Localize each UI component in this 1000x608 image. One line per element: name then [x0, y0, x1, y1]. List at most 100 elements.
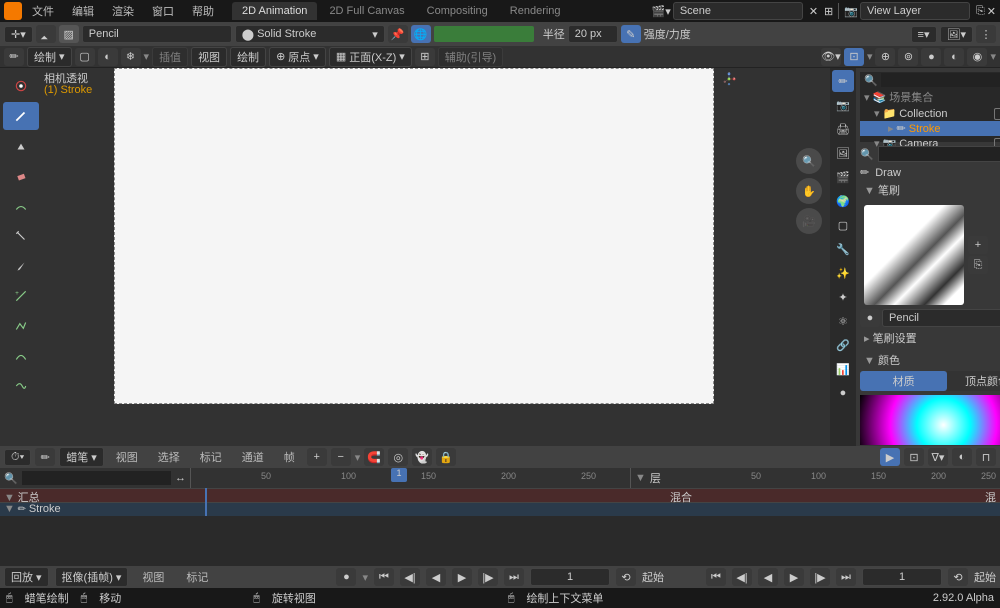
track-stroke[interactable]: ▼ ✏ Stroke: [0, 502, 1000, 516]
channel-search[interactable]: [22, 471, 171, 485]
guide-field[interactable]: 辅助(引导): [438, 47, 503, 67]
polyline-tool[interactable]: [3, 312, 39, 340]
range-icon[interactable]: ⟲: [616, 568, 636, 586]
output-tab[interactable]: 🖨: [832, 118, 854, 140]
pencil-mode-icon[interactable]: ✏: [4, 48, 24, 66]
select-tool-icon[interactable]: ▶: [880, 448, 900, 466]
shading-matcap-icon[interactable]: ◐: [944, 48, 964, 66]
eyedropper-tool[interactable]: [3, 252, 39, 280]
blender-logo-icon[interactable]: [4, 2, 22, 20]
tl-select-menu[interactable]: 选择: [150, 447, 188, 467]
jump-end-icon[interactable]: ⏭: [504, 568, 524, 586]
particle-tab[interactable]: ✦: [832, 286, 854, 308]
search-input[interactable]: [881, 73, 1000, 87]
track-summary[interactable]: ▼ 汇总 混合 混: [0, 488, 1000, 502]
draw-menu[interactable]: 绘制: [230, 47, 266, 67]
select-box-icon[interactable]: ▢: [75, 48, 95, 66]
menu-edit[interactable]: 编辑: [64, 1, 102, 21]
close-icon[interactable]: ✕: [809, 5, 818, 18]
cursor-tool[interactable]: [3, 72, 39, 100]
color-wheel[interactable]: [860, 395, 1000, 445]
workspace-tab-2d-animation[interactable]: 2D Animation: [232, 2, 317, 20]
keyframe-prev-icon[interactable]: ◀|: [400, 568, 420, 586]
remove-icon[interactable]: −: [331, 448, 351, 466]
brush-copy-icon[interactable]: ⎘: [968, 256, 988, 274]
shading-render-icon[interactable]: ◉: [967, 48, 987, 66]
play-icon[interactable]: ▶: [784, 568, 804, 586]
brush-add-icon[interactable]: +: [968, 236, 988, 254]
viewlayer-field[interactable]: View Layer: [860, 2, 970, 20]
ghost-icon[interactable]: 👻: [412, 448, 432, 466]
fx-tab[interactable]: ✨: [832, 262, 854, 284]
filter-icon[interactable]: ⋮: [976, 25, 996, 43]
box-select-icon[interactable]: ⊡: [904, 448, 924, 466]
canvas-frame[interactable]: [114, 68, 714, 404]
workspace-tab-rendering[interactable]: Rendering: [500, 2, 571, 20]
scene-field[interactable]: Scene: [673, 2, 803, 20]
keyframe-next-icon[interactable]: |▶: [810, 568, 830, 586]
gizmo-icon[interactable]: ⊕: [875, 48, 895, 66]
play-rev-icon[interactable]: ◀: [758, 568, 778, 586]
jump-start-icon[interactable]: ⏮: [374, 568, 394, 586]
globe-icon[interactable]: 🌐: [411, 25, 431, 43]
menu-file[interactable]: 文件: [24, 1, 62, 21]
add-icon[interactable]: +: [307, 448, 327, 466]
new-scene-icon[interactable]: ⊞: [824, 5, 833, 18]
pressure-radius-icon[interactable]: ✎: [621, 25, 641, 43]
radius-input[interactable]: 20 px: [568, 25, 618, 43]
overlay-toggle-icon[interactable]: ⊡: [844, 48, 864, 66]
tl-frame-menu[interactable]: 帧: [276, 447, 303, 467]
normalize-icon[interactable]: ◐: [952, 448, 972, 466]
modifier-tab[interactable]: 🔧: [832, 238, 854, 260]
tint-tool[interactable]: [3, 192, 39, 220]
filter-icon[interactable]: ∇▾: [928, 448, 948, 466]
keyframe-prev-icon[interactable]: ◀|: [732, 568, 752, 586]
snap-icon[interactable]: ❄: [121, 48, 141, 66]
range-icon[interactable]: ↔: [175, 472, 186, 484]
search-icon[interactable]: 🔍: [860, 148, 874, 161]
outliner-search[interactable]: 🔍: [860, 72, 1000, 88]
tl-view-menu[interactable]: 视图: [108, 447, 146, 467]
view-menu[interactable]: 视图: [134, 567, 172, 587]
camera-view-icon[interactable]: 🎥: [796, 208, 822, 234]
layer-icon[interactable]: ▨: [59, 25, 79, 43]
grid-icon[interactable]: ⊞: [415, 48, 435, 66]
brush-name-field[interactable]: Pencil: [82, 25, 232, 43]
lock-icon[interactable]: 🔒: [436, 448, 456, 466]
brush-panel-header[interactable]: ▼ 笔刷: [860, 179, 1000, 201]
origin-dropdown[interactable]: ⊕ 原点 ▾: [269, 47, 326, 67]
brush-data-icon[interactable]: ●: [860, 309, 880, 327]
gp-mode-dropdown[interactable]: 蜡笔 ▾: [59, 447, 104, 467]
physics-tab[interactable]: ⚛: [832, 310, 854, 332]
props-search[interactable]: [878, 146, 1000, 162]
color-panel-header[interactable]: ▼ 颜色: [860, 349, 1000, 371]
workspace-tab-compositing[interactable]: Compositing: [417, 2, 498, 20]
ghost-range-icon[interactable]: ⊓: [976, 448, 996, 466]
tl-channel-menu[interactable]: 通道: [234, 447, 272, 467]
material-tab-button[interactable]: 材质: [860, 371, 947, 391]
close-icon[interactable]: ✕: [987, 5, 996, 18]
constraint-tab[interactable]: 🔗: [832, 334, 854, 356]
material-tab[interactable]: ●: [832, 382, 854, 404]
keyframe-next-icon[interactable]: |▶: [478, 568, 498, 586]
jump-end-icon[interactable]: ⏭: [836, 568, 856, 586]
shading-solid-icon[interactable]: ●: [921, 48, 941, 66]
play-rev-icon[interactable]: ◀: [426, 568, 446, 586]
snap-icon[interactable]: 🧲: [364, 448, 384, 466]
marker-menu[interactable]: 标记: [178, 567, 216, 587]
current-frame-input-2[interactable]: 1: [862, 568, 942, 586]
line-tool[interactable]: +: [3, 282, 39, 310]
display-mode-dropdown[interactable]: 🖼▾: [940, 26, 974, 43]
viewport[interactable]: 相机透视 (1) Stroke Z X Y 🔍 ✋ 🎥: [44, 68, 830, 446]
interpolate-button[interactable]: 插值: [152, 47, 188, 67]
menu-window[interactable]: 窗口: [144, 1, 182, 21]
view-menu[interactable]: 视图: [191, 47, 227, 67]
play-icon[interactable]: ▶: [452, 568, 472, 586]
tool-tab[interactable]: ✏: [832, 70, 854, 92]
proportional-icon[interactable]: ◎: [388, 448, 408, 466]
playhead[interactable]: 1: [391, 468, 407, 482]
outliner-row-stroke[interactable]: ▸✏ Stroke👁: [860, 121, 1000, 136]
fill-tool[interactable]: [3, 132, 39, 160]
scene-tab[interactable]: 🎬: [832, 166, 854, 188]
cursor-dropdown[interactable]: ✛▾: [4, 26, 33, 43]
